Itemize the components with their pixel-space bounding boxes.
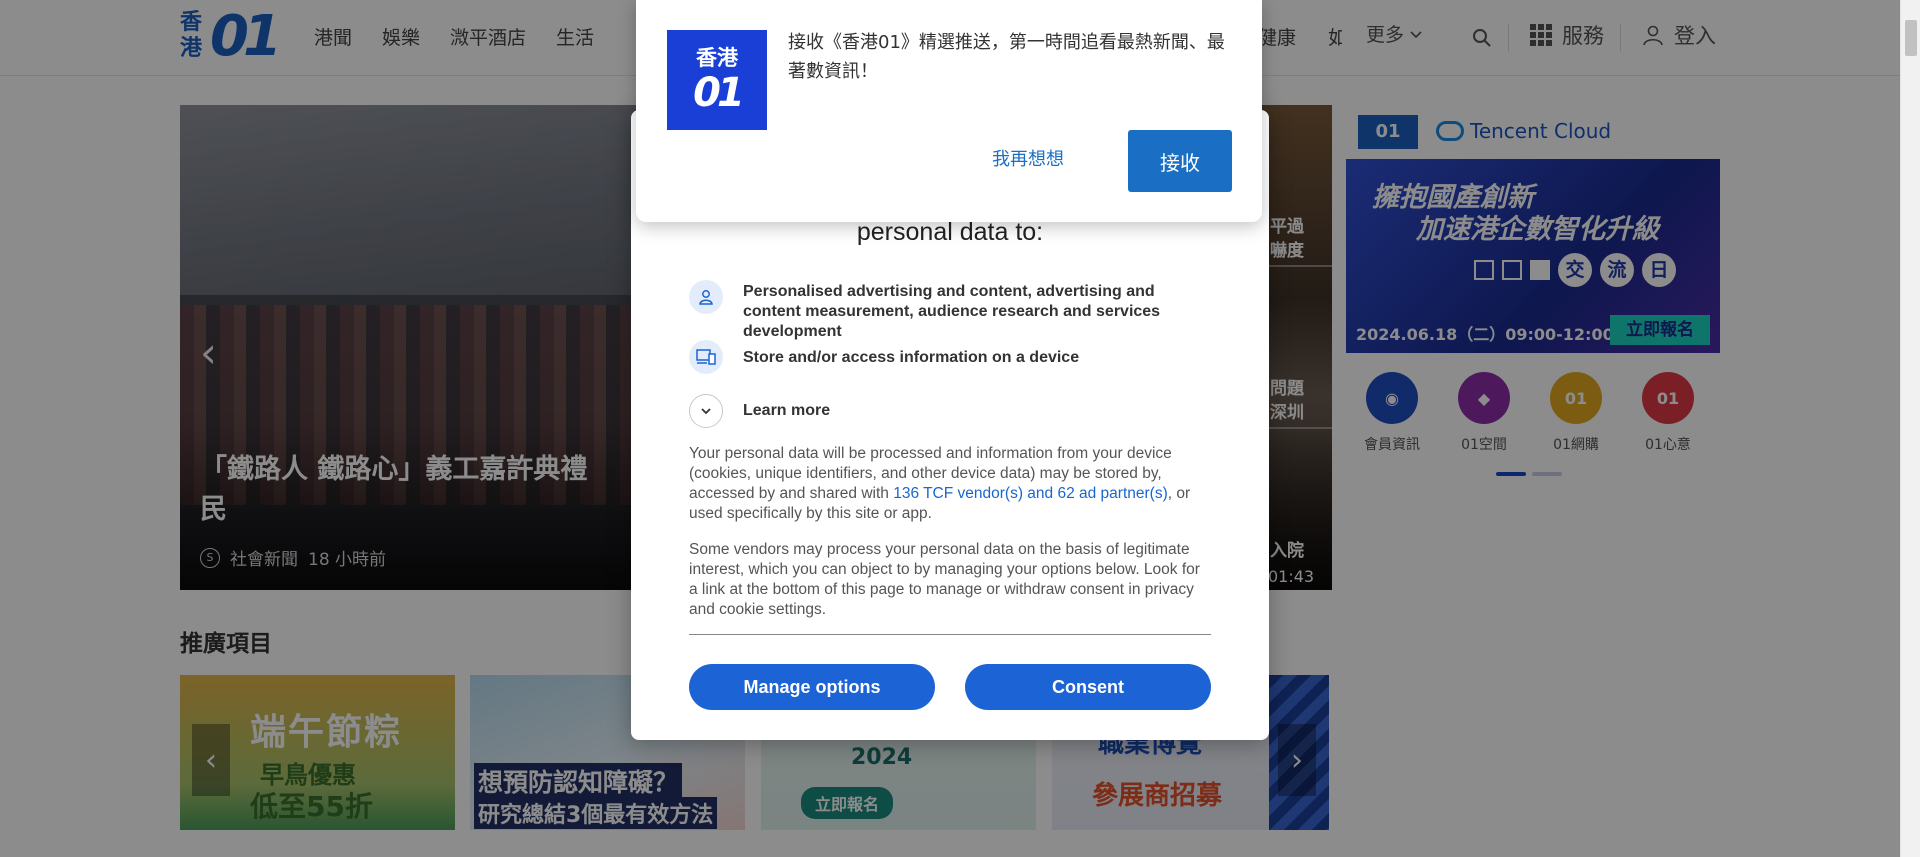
learn-more-toggle[interactable]: Learn more bbox=[689, 394, 830, 428]
consent-paragraph-1: Your personal data will be processed and… bbox=[689, 444, 1211, 524]
manage-options-button[interactable]: Manage options bbox=[689, 664, 935, 710]
chevron-down-icon bbox=[689, 394, 723, 428]
page-scrollbar[interactable] bbox=[1900, 0, 1920, 857]
learn-more-label: Learn more bbox=[743, 402, 831, 419]
hk01-logo: 香港 01 bbox=[667, 30, 767, 130]
push-accept-button[interactable]: 接收 bbox=[1128, 130, 1232, 192]
purpose-item-advertising: Personalised advertising and content, ad… bbox=[689, 280, 1209, 342]
consent-divider bbox=[689, 634, 1211, 635]
consent-paragraph-2: Some vendors may process your personal d… bbox=[689, 541, 1200, 618]
purpose-item-storage: Store and/or access information on a dev… bbox=[689, 340, 1209, 374]
push-notification-prompt: 香港 01 接收《香港01》精選推送，第一時間追看最熱新聞、最著數資訊！ 我再想… bbox=[636, 0, 1262, 222]
device-icon bbox=[689, 340, 723, 374]
push-logo-bottom: 01 bbox=[693, 70, 745, 116]
vendors-link[interactable]: 136 TCF vendor(s) and 62 ad partner(s) bbox=[893, 485, 1168, 502]
push-message: 接收《香港01》精選推送，第一時間追看最熱新聞、最著數資訊！ bbox=[788, 32, 1225, 82]
push-logo-top: 香港 bbox=[696, 46, 738, 70]
scrollbar-thumb[interactable] bbox=[1905, 20, 1917, 56]
purpose-text: Personalised advertising and content, ad… bbox=[743, 283, 1161, 340]
purpose-text: Store and/or access information on a dev… bbox=[743, 349, 1080, 366]
person-icon bbox=[689, 280, 723, 314]
consent-button[interactable]: Consent bbox=[965, 664, 1211, 710]
push-later-button[interactable]: 我再想想 bbox=[992, 145, 1064, 171]
consent-heading: personal data to: bbox=[856, 218, 1044, 246]
